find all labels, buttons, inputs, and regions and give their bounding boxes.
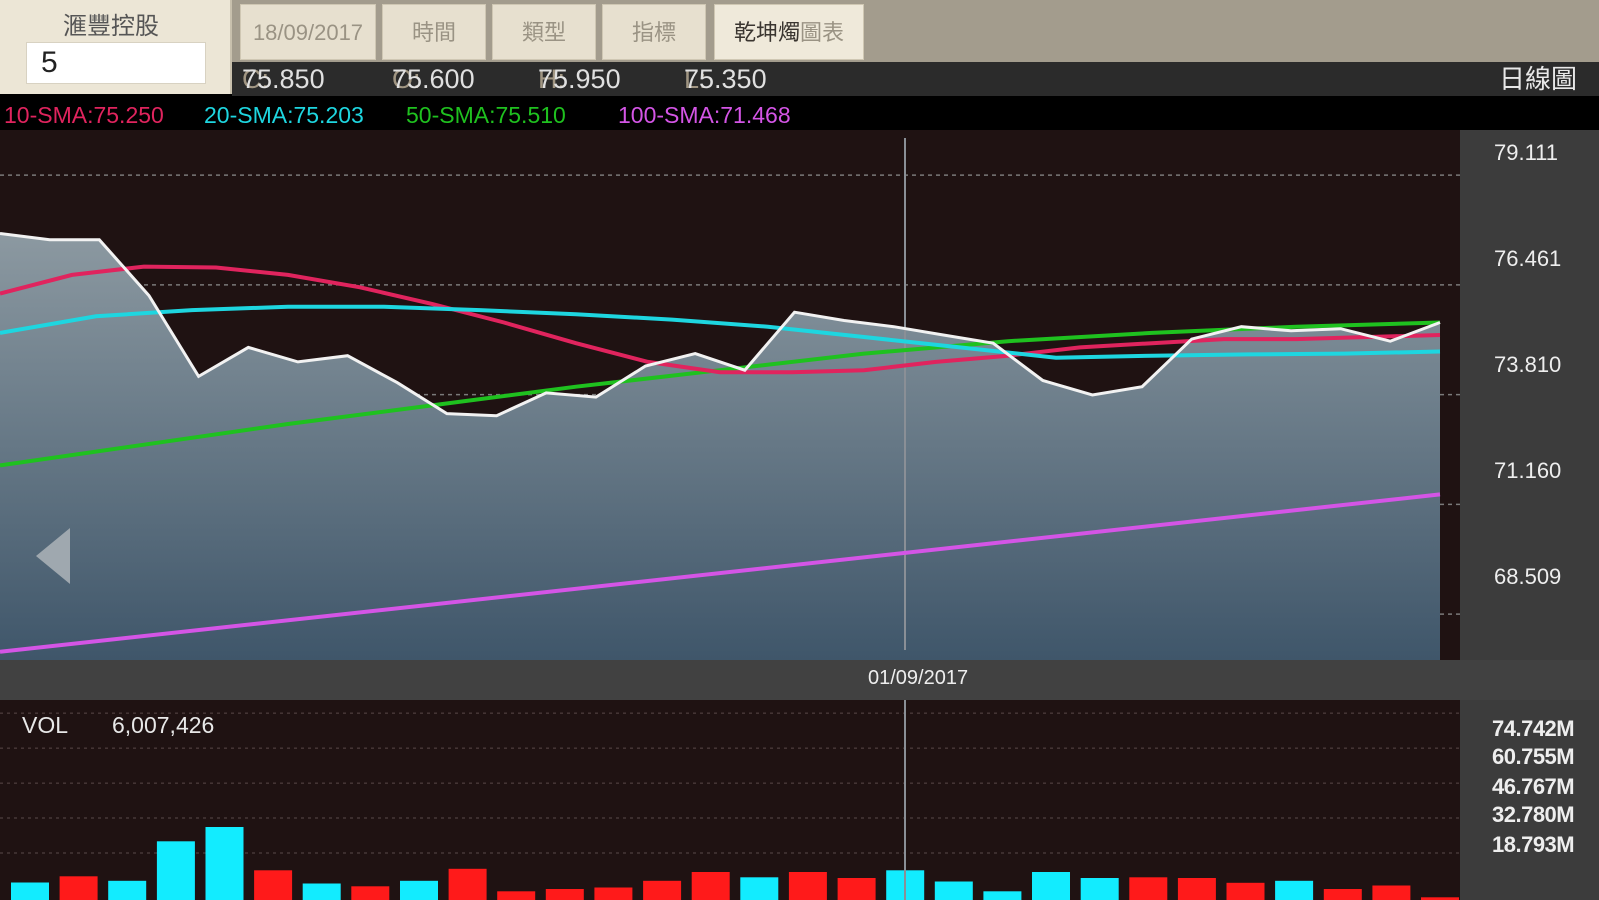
volume-bar bbox=[156, 841, 195, 900]
volume-bar bbox=[448, 868, 487, 900]
volume-bar bbox=[691, 872, 730, 900]
price-chart[interactable] bbox=[0, 130, 1460, 660]
volume-bar bbox=[497, 891, 536, 900]
volume-bar bbox=[1275, 880, 1314, 900]
volume-bar bbox=[1323, 889, 1362, 900]
volume-bar bbox=[400, 880, 438, 900]
volume-tick-2: 60.755M bbox=[1492, 744, 1575, 769]
sma-legend: 10-SMA:75.250 20-SMA:75.203 50-SMA:75.51… bbox=[0, 96, 1599, 132]
volume-tick-4: 32.780M bbox=[1492, 802, 1575, 827]
volume-bar bbox=[59, 876, 98, 900]
chart-kind-label[interactable]: 日線圖 bbox=[1499, 62, 1577, 96]
stock-name: 滙豐控股 bbox=[63, 13, 159, 40]
volume-tick-1: 74.742M bbox=[1492, 716, 1575, 741]
price-tick-2: 76.461 bbox=[1494, 246, 1562, 271]
tab-date[interactable]: 18/09/2017 bbox=[240, 4, 376, 60]
volume-bar bbox=[545, 889, 584, 900]
volume-bar bbox=[594, 887, 633, 900]
scroll-left-icon[interactable] bbox=[34, 526, 74, 586]
sma100-label: 100-SMA:71.468 bbox=[618, 102, 791, 128]
sma10-label: 10-SMA:75.250 bbox=[4, 102, 164, 128]
volume-bar bbox=[788, 872, 827, 900]
volume-bar bbox=[11, 882, 49, 900]
volume-bar bbox=[1129, 877, 1168, 900]
tab-indicator[interactable]: 指標 bbox=[602, 4, 706, 60]
volume-bar bbox=[983, 891, 1022, 900]
volume-bar bbox=[1372, 885, 1411, 900]
date-marker: 01/09/2017 bbox=[868, 667, 969, 689]
stock-selector: 滙豐控股 5 bbox=[0, 0, 232, 94]
volume-bar bbox=[1226, 882, 1265, 900]
volume-bar bbox=[1177, 878, 1216, 900]
volume-bar bbox=[1080, 878, 1119, 900]
price-tick-4: 71.160 bbox=[1494, 458, 1562, 483]
price-tick-5: 68.509 bbox=[1494, 564, 1562, 589]
stock-code-input[interactable]: 5 bbox=[26, 42, 206, 84]
price-tick-3: 73.810 bbox=[1494, 352, 1562, 377]
price-tick-1: 79.111 bbox=[1494, 140, 1559, 165]
volume-bar bbox=[302, 883, 341, 900]
volume-label: VOL bbox=[22, 712, 69, 738]
volume-value: 6,007,426 bbox=[112, 712, 215, 738]
volume-bar bbox=[1032, 872, 1070, 900]
sma50-label: 50-SMA:75.510 bbox=[406, 102, 566, 128]
volume-chart[interactable] bbox=[0, 700, 1460, 900]
volume-tick-5: 18.793M bbox=[1492, 832, 1575, 857]
volume-bar bbox=[205, 827, 244, 900]
tab-type[interactable]: 類型 bbox=[492, 4, 596, 60]
volume-bar bbox=[643, 880, 682, 900]
volume-bar bbox=[351, 886, 390, 900]
volume-bar bbox=[254, 870, 293, 900]
sma20-label: 20-SMA:75.203 bbox=[204, 102, 364, 128]
ohlc-bar: C: 75.850 O: 75.600 H: 75.950 L: 75.350 日線圖 bbox=[232, 62, 1599, 96]
date-bar bbox=[0, 660, 1599, 700]
tab-time[interactable]: 時間 bbox=[382, 4, 486, 60]
volume-bar bbox=[108, 880, 147, 900]
volume-tick-3: 46.767M bbox=[1492, 774, 1575, 799]
tab-qiankun-chart[interactable]: 乾坤燭圖表 bbox=[714, 4, 864, 60]
volume-bar bbox=[740, 877, 779, 900]
volume-bar bbox=[934, 881, 973, 900]
volume-bar bbox=[837, 878, 876, 900]
